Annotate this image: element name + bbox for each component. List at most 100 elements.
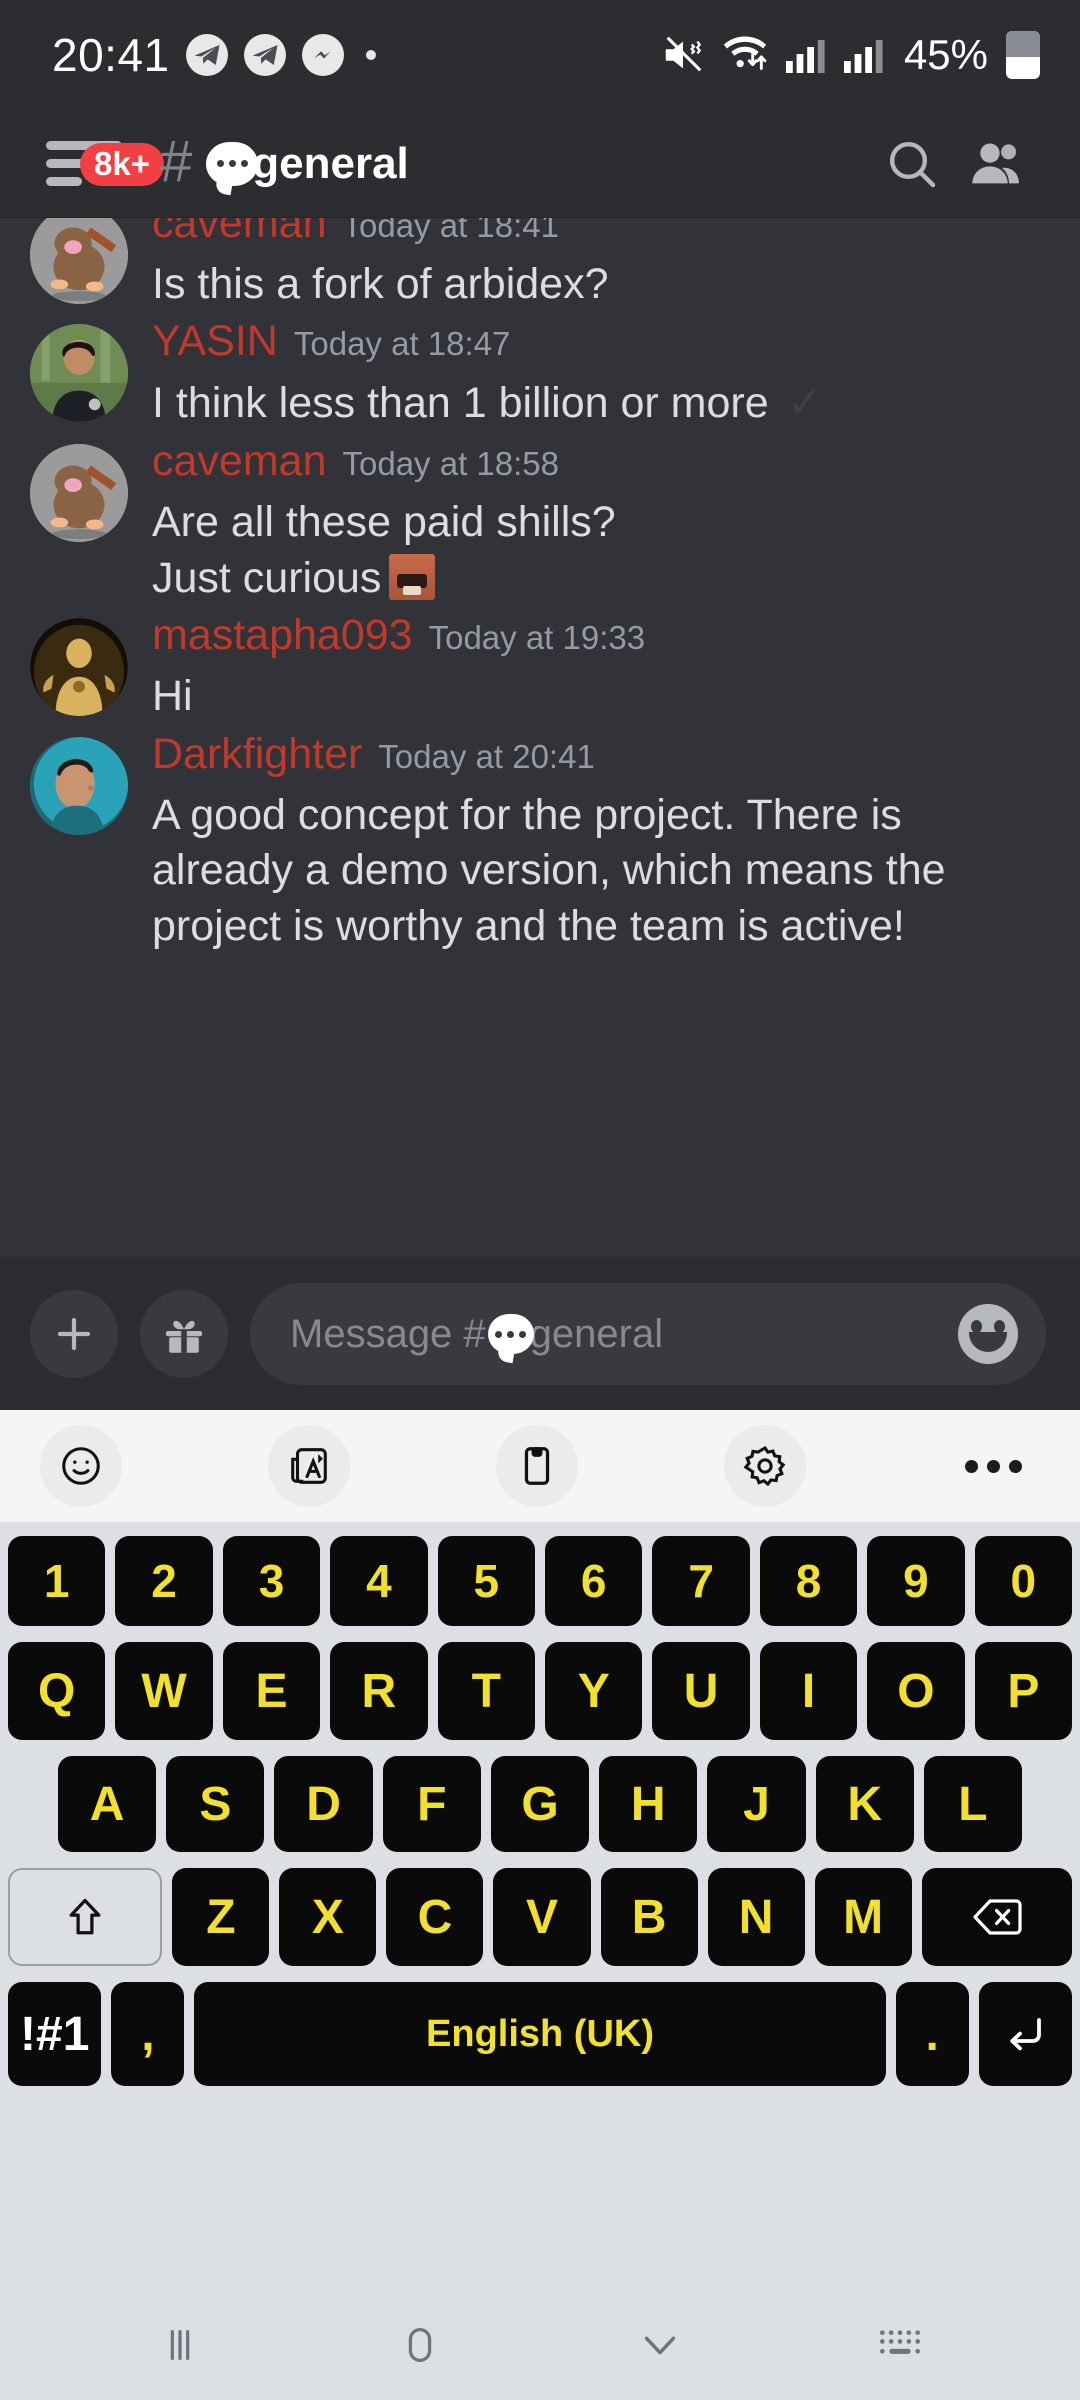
backspace-icon[interactable] (921, 1868, 1072, 1966)
message-row[interactable]: Darkfighter Today at 20:41 A good concep… (0, 725, 1080, 954)
key-k[interactable]: K (815, 1756, 914, 1852)
more-icon[interactable] (952, 1425, 1034, 1507)
settings-icon[interactable] (724, 1425, 806, 1507)
message-row[interactable]: caveman Today at 18:41 Is this a fork of… (0, 218, 1080, 312)
avatar[interactable] (30, 218, 128, 304)
message-row[interactable]: caveman Today at 18:58 Are all these pai… (0, 432, 1080, 606)
mute-vibrate-icon (660, 32, 706, 78)
period-key[interactable]: . (895, 1982, 969, 2086)
message-body: YASIN Today at 18:47 I think less than 1… (152, 318, 1052, 432)
key-d[interactable]: D (274, 1756, 373, 1852)
message-line: Hi (152, 672, 193, 721)
key-0[interactable]: 0 (974, 1536, 1073, 1626)
key-r[interactable]: R (330, 1642, 428, 1740)
key-o[interactable]: O (867, 1642, 965, 1740)
home-icon[interactable] (365, 2305, 475, 2385)
chevron-down-icon[interactable] (605, 2305, 715, 2385)
status-time: 20:41 (52, 29, 170, 81)
key-m[interactable]: M (814, 1868, 912, 1966)
key-h[interactable]: H (599, 1756, 698, 1852)
signal-icon (784, 34, 828, 76)
key-6[interactable]: 6 (545, 1536, 643, 1626)
message-header: Darkfighter Today at 20:41 (152, 732, 1052, 776)
key-b[interactable]: B (600, 1868, 698, 1966)
key-n[interactable]: N (707, 1868, 805, 1966)
key-z[interactable]: Z (172, 1868, 270, 1966)
keyboard-icon[interactable] (845, 2305, 955, 2385)
message-author[interactable]: Darkfighter (152, 732, 362, 776)
message-text: I think less than 1 billion or more ✓ (152, 375, 1052, 432)
comma-key[interactable]: , (111, 1982, 185, 2086)
message-placeholder: Message # general (290, 1312, 948, 1357)
key-x[interactable]: X (279, 1868, 377, 1966)
message-author[interactable]: caveman (152, 218, 326, 245)
placeholder-channel: general (529, 1311, 664, 1356)
message-line: I think less than 1 billion or more (152, 379, 769, 428)
key-c[interactable]: C (386, 1868, 484, 1966)
key-3[interactable]: 3 (222, 1536, 321, 1626)
key-p[interactable]: P (974, 1642, 1073, 1740)
members-icon[interactable] (954, 122, 1038, 206)
key-j[interactable]: J (707, 1756, 806, 1852)
message-text: A good concept for the project. There is… (152, 790, 946, 950)
avatar[interactable] (30, 444, 128, 543)
translate-icon[interactable] (268, 1425, 350, 1507)
key-i[interactable]: I (759, 1642, 858, 1740)
key-g[interactable]: G (490, 1756, 590, 1852)
message-body: mastapha093 Today at 19:33 Hi (152, 612, 1052, 724)
check-mark-emoji: ✓ (786, 378, 824, 428)
symbols-key[interactable]: !#1 (8, 1982, 102, 2086)
key-y[interactable]: Y (545, 1642, 643, 1740)
message-input-bar: Message # general (0, 1258, 1080, 1410)
key-u[interactable]: U (652, 1642, 750, 1740)
key-t[interactable]: T (437, 1642, 535, 1740)
hamburger-icon[interactable]: 8k+ (46, 129, 164, 199)
key-q[interactable]: Q (7, 1642, 106, 1740)
key-e[interactable]: E (222, 1642, 321, 1740)
key-4[interactable]: 4 (330, 1536, 428, 1626)
key-v[interactable]: V (493, 1868, 591, 1966)
channel-title[interactable]: general (206, 139, 409, 189)
key-9[interactable]: 9 (867, 1536, 965, 1626)
avatar[interactable] (30, 324, 128, 423)
signal-icon (842, 34, 886, 76)
gift-icon[interactable] (140, 1290, 228, 1378)
key-7[interactable]: 7 (652, 1536, 750, 1626)
message-author[interactable]: caveman (152, 440, 326, 483)
avatar[interactable] (30, 618, 128, 717)
key-5[interactable]: 5 (437, 1536, 535, 1626)
key-l[interactable]: L (923, 1756, 1022, 1852)
key-f[interactable]: F (382, 1756, 481, 1852)
enter-icon[interactable] (978, 1982, 1073, 2086)
message-author[interactable]: mastapha093 (152, 614, 413, 657)
telegram-icon (185, 34, 228, 76)
avatar[interactable] (30, 736, 128, 835)
search-icon[interactable] (870, 122, 954, 206)
message-header: mastapha093 Today at 19:33 (152, 614, 1052, 657)
emoji-icon[interactable] (40, 1425, 122, 1507)
key-w[interactable]: W (115, 1642, 213, 1740)
plus-icon[interactable] (30, 1290, 118, 1378)
message-text: Hi (152, 669, 1052, 724)
battery-percent: 45% (903, 31, 988, 78)
key-a[interactable]: A (58, 1756, 157, 1852)
telegram-icon (243, 34, 286, 76)
key-1[interactable]: 1 (7, 1536, 106, 1626)
channel-name: general (252, 138, 409, 188)
shift-icon[interactable] (8, 1868, 163, 1966)
key-s[interactable]: S (166, 1756, 265, 1852)
recents-icon[interactable] (125, 2305, 235, 2385)
message-text: Are all these paid shills? Just curious (152, 495, 1052, 606)
smiley-icon[interactable] (958, 1304, 1018, 1364)
message-timestamp: Today at 19:33 (428, 619, 646, 657)
message-list[interactable]: caveman Today at 18:41 Is this a fork of… (0, 218, 1080, 1258)
message-row[interactable]: YASIN Today at 18:47 I think less than 1… (0, 312, 1080, 432)
clipboard-icon[interactable] (496, 1425, 578, 1507)
message-row[interactable]: mastapha093 Today at 19:33 Hi (0, 606, 1080, 724)
key-2[interactable]: 2 (115, 1536, 213, 1626)
message-input[interactable]: Message # general (250, 1283, 1046, 1385)
placeholder-prefix: Message # (290, 1311, 486, 1356)
space-key[interactable]: English (UK) (194, 1982, 886, 2086)
message-author[interactable]: YASIN (152, 320, 278, 363)
key-8[interactable]: 8 (759, 1536, 858, 1626)
